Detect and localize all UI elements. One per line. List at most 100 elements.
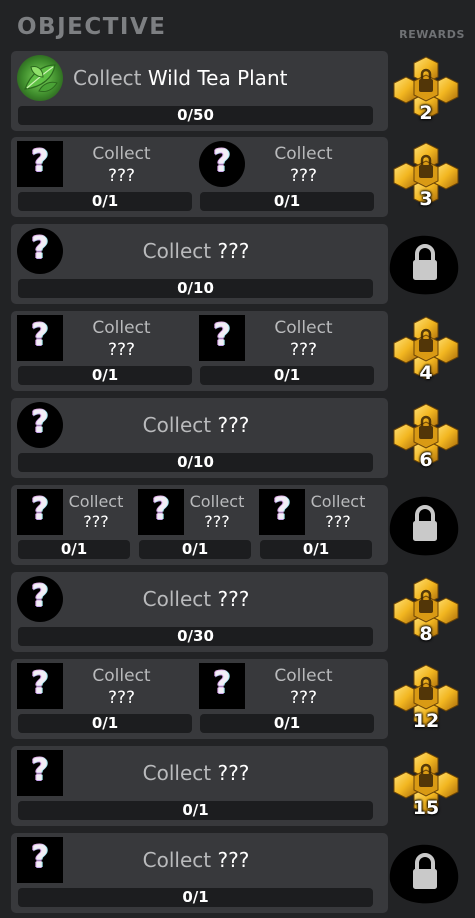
unknown-item-icon: ? — [17, 576, 63, 622]
collect-label: Collect — [274, 666, 333, 686]
objective-text: Collect??? — [63, 492, 129, 532]
unknown-item-icon: ? — [17, 141, 63, 187]
item-name: ??? — [83, 512, 109, 531]
item-name: ??? — [217, 848, 250, 872]
item-name: ??? — [204, 512, 230, 531]
reward-count: 3 — [419, 188, 433, 210]
progress-bar: 0/1 — [18, 714, 192, 733]
objective-text: Collect??? — [69, 317, 174, 361]
unknown-item-icon: ? — [259, 489, 305, 535]
objective-text: Collect ??? — [71, 413, 321, 437]
item-name: ??? — [325, 512, 351, 531]
objective-text: Collect ??? — [71, 587, 321, 611]
item-name: ??? — [107, 340, 136, 360]
objective-text: Collect??? — [69, 665, 174, 709]
unknown-item-icon: ? — [138, 489, 184, 535]
progress-bar: 0/1 — [18, 540, 130, 559]
unknown-item-icon: ? — [17, 837, 63, 883]
item-name: Wild Tea Plant — [147, 66, 288, 90]
collect-label: Collect — [92, 144, 151, 164]
unknown-item-icon: ? — [199, 315, 245, 361]
question-mark-glyph: ? — [31, 231, 49, 266]
question-mark-glyph: ? — [213, 318, 231, 353]
objective-row: Collect Wild Tea Plant 0/50 — [11, 51, 388, 131]
collect-label: Collect — [310, 492, 366, 511]
objective-text: Collect ??? — [71, 848, 321, 872]
progress-bar: 0/1 — [200, 192, 374, 211]
objective-row: ? Collect ??? 0/10 — [11, 398, 388, 478]
objective-text: Collect??? — [251, 143, 356, 187]
question-mark-glyph: ? — [273, 492, 291, 527]
item-name: ??? — [217, 239, 250, 263]
reward-chest-icon: 15 — [384, 748, 468, 824]
reward-chest-icon: 6 — [384, 400, 468, 476]
objective-row: ? Collect??? 0/1? Collect??? 0/1 — [11, 311, 388, 391]
question-mark-glyph: ? — [152, 492, 170, 527]
unknown-item-icon: ? — [17, 402, 63, 448]
objective-text: Collect??? — [251, 665, 356, 709]
unknown-item-icon: ? — [17, 489, 63, 535]
collect-label: Collect — [142, 587, 212, 611]
locked-reward-icon — [384, 487, 468, 563]
item-name: ??? — [289, 688, 318, 708]
progress-bar: 0/1 — [139, 540, 251, 559]
locked-reward-icon — [384, 226, 468, 302]
question-mark-glyph: ? — [31, 492, 49, 527]
question-mark-glyph: ? — [31, 405, 49, 440]
question-mark-glyph: ? — [31, 840, 49, 875]
progress-bar: 0/1 — [18, 888, 373, 907]
collect-label: Collect — [142, 761, 212, 785]
reward-chest-icon: 2 — [384, 53, 468, 129]
objective-row: ? Collect??? 0/1? Collect??? 0/1 — [11, 137, 388, 217]
unknown-item-icon: ? — [17, 663, 63, 709]
unknown-item-icon: ? — [17, 315, 63, 361]
question-mark-glyph: ? — [31, 144, 49, 179]
objective-row: ? Collect??? 0/1? Collect??? 0/1? Collect??? 0… — [11, 485, 388, 565]
reward-chest-icon: 8 — [384, 574, 468, 650]
item-name: ??? — [289, 340, 318, 360]
item-name: ??? — [107, 688, 136, 708]
progress-bar: 0/1 — [18, 366, 192, 385]
objective-text: Collect??? — [69, 143, 174, 187]
objective-text: Collect??? — [184, 492, 250, 532]
objective-row: ? Collect ??? 0/10 — [11, 224, 388, 304]
item-name: ??? — [217, 413, 250, 437]
question-mark-glyph: ? — [31, 318, 49, 353]
progress-bar: 0/30 — [18, 627, 373, 646]
reward-chest-icon: 4 — [384, 313, 468, 389]
reward-count: 8 — [419, 623, 433, 645]
reward-count: 12 — [412, 710, 440, 732]
collect-label: Collect — [189, 492, 245, 511]
progress-bar: 0/1 — [260, 540, 372, 559]
objective-text: Collect??? — [251, 317, 356, 361]
question-mark-glyph: ? — [31, 666, 49, 701]
reward-count: 6 — [419, 449, 433, 471]
collect-label: Collect — [68, 492, 124, 511]
progress-bar: 0/1 — [200, 366, 374, 385]
progress-bar: 0/50 — [18, 106, 373, 125]
tea-leaf-icon — [17, 55, 63, 101]
reward-count: 15 — [412, 797, 440, 819]
objective-list: Collect Wild Tea Plant 0/50 2? Collect??? 0/… — [0, 0, 475, 918]
collect-label: Collect — [142, 239, 212, 263]
reward-chest-icon: 3 — [384, 139, 468, 215]
unknown-item-icon: ? — [199, 663, 245, 709]
progress-bar: 0/10 — [18, 453, 373, 472]
objective-row: ? Collect ??? 0/30 — [11, 572, 388, 652]
progress-bar: 0/10 — [18, 279, 373, 298]
collect-label: Collect — [142, 848, 212, 872]
objective-text: Collect Wild Tea Plant — [73, 66, 287, 90]
reward-count: 4 — [419, 362, 433, 384]
objective-text: Collect ??? — [71, 761, 321, 785]
item-name: ??? — [217, 587, 250, 611]
question-mark-glyph: ? — [213, 666, 231, 701]
question-mark-glyph: ? — [31, 753, 49, 788]
item-name: ??? — [107, 166, 136, 186]
collect-label: Collect — [92, 318, 151, 338]
objective-row: ? Collect ??? 0/1 — [11, 746, 388, 826]
objective-row: ? Collect ??? 0/1 — [11, 833, 388, 913]
objective-text: Collect??? — [305, 492, 371, 532]
item-name: ??? — [289, 166, 318, 186]
unknown-item-icon: ? — [199, 141, 245, 187]
question-mark-glyph: ? — [31, 579, 49, 614]
